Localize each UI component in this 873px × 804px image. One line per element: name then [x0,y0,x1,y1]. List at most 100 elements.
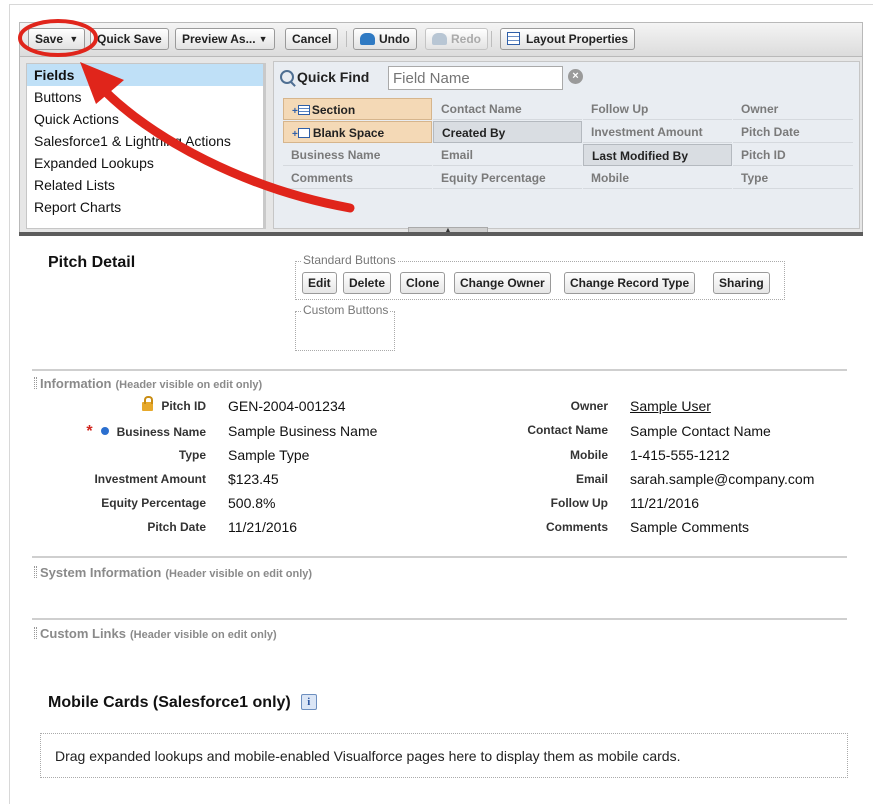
field-label: Follow Up [550,496,608,510]
drag-handle-icon[interactable] [34,566,37,578]
quick-find-label: Quick Find [280,66,369,88]
palette-field-blank-space[interactable]: + Blank Space [283,121,432,143]
information-section-header[interactable]: Information (Header visible on edit only) [34,376,262,391]
palette-field[interactable]: Email [433,144,582,166]
chevron-down-icon: ▼ [258,34,268,44]
field-label: Pitch Date [147,520,206,534]
field-value: Sample Contact Name [630,423,771,439]
field-value: Sample Type [228,447,310,463]
search-icon [280,70,294,84]
field-value: Sample Comments [630,519,750,535]
custom-buttons-group: Custom Buttons [295,303,395,351]
undo-button[interactable]: Undo [353,28,417,50]
palette-field[interactable]: Comments [283,167,432,189]
field-label: Email [575,472,608,486]
change-owner-button[interactable]: Change Owner [454,272,551,294]
edit-button[interactable]: Edit [302,272,337,294]
layout-properties-button[interactable]: Layout Properties [500,28,636,50]
required-dot-icon [100,427,109,435]
redo-label: Redo [451,32,481,46]
category-expanded-lookups[interactable]: Expanded Lookups [27,152,263,174]
field-palette: Fields Buttons Quick Actions Salesforce1… [19,56,863,235]
field-label: Blank Space [312,126,385,140]
field-value: GEN-2004-001234 [228,398,346,414]
mobile-cards-instructions: Drag expanded lookups and mobile-enabled… [55,748,681,764]
category-buttons[interactable]: Buttons [27,86,263,108]
field-label: Mobile [570,448,608,462]
section-title: System Information [40,565,162,580]
palette-field[interactable]: Equity Percentage [433,167,582,189]
section-note: (Header visible on edit only) [115,379,263,391]
required-icon: * [86,423,93,440]
section-title: Information [40,376,112,391]
redo-button[interactable]: Redo [425,28,488,50]
palette-field[interactable]: Pitch ID [733,144,853,166]
field-value: 11/21/2016 [630,495,700,511]
standard-buttons-label: Standard Buttons [301,253,398,267]
section-note: (Header visible on edit only) [165,568,313,580]
category-related-lists[interactable]: Related Lists [27,174,263,196]
clear-search-icon[interactable]: × [568,69,583,84]
save-dropdown-icon[interactable]: ▼ [69,29,78,49]
mobile-cards-title-text: Mobile Cards (Salesforce1 only) [48,694,291,711]
undo-icon [360,33,375,45]
pitch-detail-title: Pitch Detail [48,254,136,271]
category-quick-actions[interactable]: Quick Actions [27,108,263,130]
palette-field-used[interactable]: Created By [433,121,582,143]
section-divider [32,556,847,558]
palette-field[interactable]: Investment Amount [583,121,732,143]
save-button[interactable]: Save ▼ [28,28,86,50]
delete-button[interactable]: Delete [343,272,392,294]
field-label: Contact Name [527,423,608,437]
drag-handle-icon[interactable] [34,377,37,389]
save-label: Save [35,32,64,46]
blank-space-icon [297,128,310,138]
field-value: 11/21/2016 [228,519,298,535]
toolbar-divider [346,31,347,47]
quick-save-button[interactable]: Quick Save [90,28,169,50]
palette-divider [19,232,863,236]
section-title: Custom Links [40,626,126,641]
standard-buttons-group: Standard Buttons Edit Delete Clone Chang… [295,253,785,300]
cancel-button[interactable]: Cancel [285,28,339,50]
palette-field[interactable]: Follow Up [583,98,732,120]
field-value-link[interactable]: Sample User [630,398,711,414]
palette-field-section[interactable]: + Section [283,98,432,120]
field-value: 500.8% [228,495,276,511]
palette-field[interactable]: Type [733,167,853,189]
undo-label: Undo [379,32,410,46]
mobile-cards-title: Mobile Cards (Salesforce1 only) i [48,694,317,712]
palette-field[interactable]: Pitch Date [733,121,853,143]
layout-properties-label: Layout Properties [526,32,629,46]
palette-field[interactable]: Business Name [283,144,432,166]
preview-as-button[interactable]: Preview As... ▼ [175,28,275,50]
palette-field[interactable]: Owner [733,98,853,120]
field-value: 1-415-555-1212 [630,447,730,463]
sharing-button[interactable]: Sharing [713,272,770,294]
category-salesforce1-lightning-actions[interactable]: Salesforce1 & Lightning Actions [27,130,263,152]
field-label-business-name: * Business Name [86,423,206,440]
clone-button[interactable]: Clone [400,272,446,294]
quick-find-text: Quick Find [297,69,370,85]
preview-as-label: Preview As... [182,32,256,46]
section-divider [32,369,847,371]
field-value: sarah.sample@company.com [630,471,815,487]
palette-field[interactable]: Mobile [583,167,732,189]
system-information-section-header[interactable]: System Information (Header visible on edi… [34,565,312,580]
custom-links-section-header[interactable]: Custom Links (Header visible on edit only… [34,626,277,641]
section-icon [297,105,310,115]
mobile-cards-drop-zone[interactable]: Drag expanded lookups and mobile-enabled… [40,733,848,778]
quick-find-input[interactable] [388,66,563,90]
section-note: (Header visible on edit only) [129,629,277,641]
palette-field-used[interactable]: Last Modified By [583,144,732,166]
field-value: Sample Business Name [228,423,378,439]
category-fields[interactable]: Fields [27,64,263,86]
field-label: Type [178,448,206,462]
lock-icon [142,396,154,411]
palette-field[interactable]: Contact Name [433,98,582,120]
category-report-charts[interactable]: Report Charts [27,196,263,218]
info-icon[interactable]: i [300,694,317,710]
change-record-type-button[interactable]: Change Record Type [564,272,696,294]
palette-category-list: Fields Buttons Quick Actions Salesforce1… [26,63,266,229]
drag-handle-icon[interactable] [34,627,37,639]
